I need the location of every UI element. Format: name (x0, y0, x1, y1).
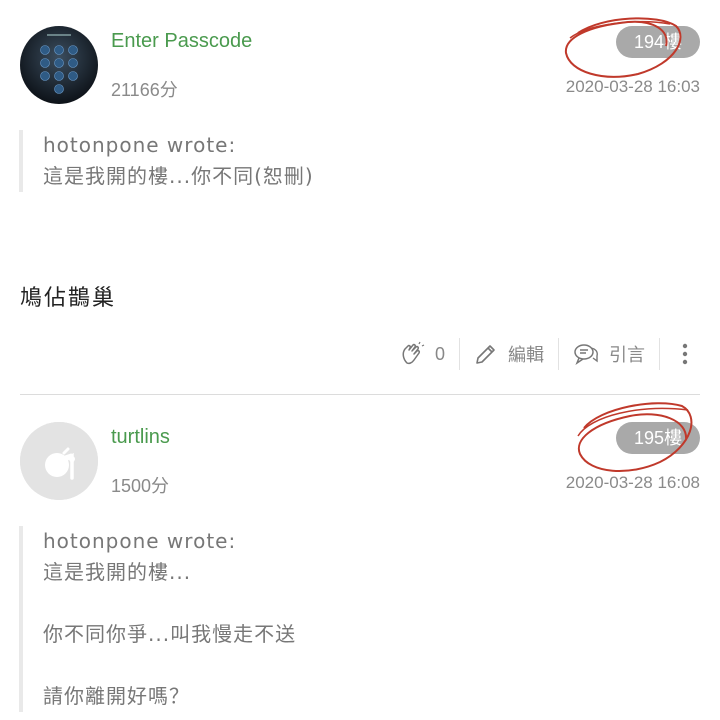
quote-line: 你不同你爭...叫我慢走不送 (43, 622, 297, 646)
quote-author: hotonpone wrote: (43, 529, 237, 553)
clap-icon (402, 341, 425, 365)
user-score: 1500分 (111, 476, 170, 496)
quote-line: 這是我開的樓... (43, 560, 192, 584)
like-button[interactable]: 0 (385, 339, 459, 369)
username[interactable]: turtlins (111, 426, 170, 449)
quote-icon (574, 344, 598, 365)
quote-line: 這是我開的樓...你不同(恕刪) (43, 164, 314, 188)
post-date: 2020-03-28 16:03 (565, 77, 700, 96)
quote-line: 請你離開好嗎？ (43, 684, 190, 708)
post-date: 2020-03-28 16:08 (565, 473, 700, 492)
post-body: 鳩佔鵲巢 (20, 286, 117, 311)
floor-badge[interactable]: 194樓 (615, 26, 700, 58)
quote-button[interactable]: 引言 (559, 339, 659, 369)
like-count: 0 (434, 343, 445, 364)
edit-label: 編輯 (508, 345, 544, 365)
floor-badge[interactable]: 195樓 (615, 422, 700, 454)
quote-gap (43, 588, 683, 619)
quote-author: hotonpone wrote: (43, 133, 237, 157)
post-194: Enter Passcode 21166分 194樓 2020-03-28 16… (0, 0, 720, 395)
default-avatar-icon (20, 422, 98, 500)
avatar[interactable] (20, 26, 98, 104)
more-vertical-icon (682, 343, 688, 365)
quote-block: hotonpone wrote: 這是我開的樓... 你不同你爭...叫我慢走不… (19, 526, 683, 712)
passcode-avatar (20, 26, 98, 104)
user-score: 21166分 (111, 80, 178, 100)
avatar[interactable] (20, 422, 98, 500)
post-divider (20, 394, 700, 395)
more-button[interactable] (660, 339, 720, 369)
quote-block: hotonpone wrote: 這是我開的樓...你不同(恕刪) (19, 130, 683, 192)
quote-gap (43, 650, 683, 681)
pencil-icon (476, 345, 495, 364)
quote-label: 引言 (609, 345, 645, 365)
username[interactable]: Enter Passcode (111, 30, 252, 53)
edit-button[interactable]: 編輯 (460, 339, 558, 369)
post-195: turtlins 1500分 195樓 2020-03-28 16:08 hot… (0, 396, 720, 720)
action-bar: 0 編輯 引言 (385, 336, 720, 372)
